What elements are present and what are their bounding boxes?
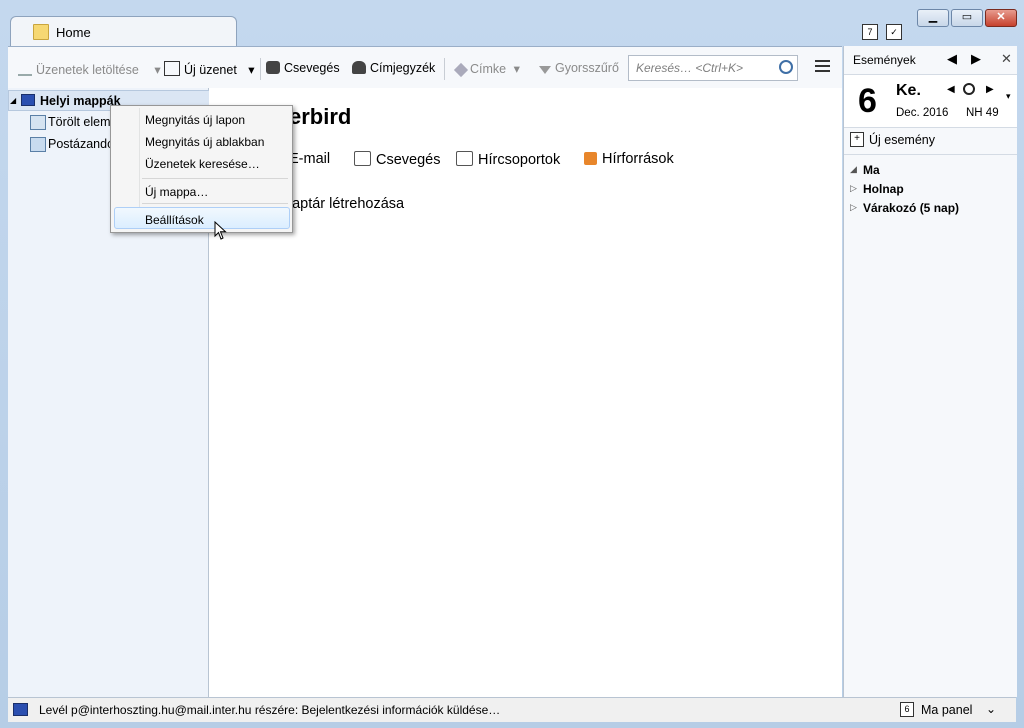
quick-filter-button[interactable]: Gyorsszűrő xyxy=(539,61,619,75)
person-icon xyxy=(352,61,366,74)
today-pane-title: Események xyxy=(853,53,916,67)
computer-icon xyxy=(21,94,35,106)
status-text: Levél p@interhoszting.hu@mail.inter.hu r… xyxy=(39,703,501,717)
chat-bubble-icon xyxy=(266,61,280,74)
menu-item-open-in-tab[interactable]: Megnyitás új lapon xyxy=(145,113,245,127)
today-pane: Események ◀ ▶ ✕ 6 Ke. ◀ ▶ ▾ Dec. 2016 NH… xyxy=(843,46,1017,697)
tag-button[interactable]: Címke ▾ xyxy=(453,61,520,78)
add-event-icon: + xyxy=(850,132,864,147)
next-day-icon[interactable]: ▶ xyxy=(986,84,994,95)
address-book-button[interactable]: Címjegyzék xyxy=(352,61,435,75)
event-group-today[interactable]: ◢ Ma xyxy=(844,161,1017,179)
menu-separator xyxy=(142,178,288,179)
expanded-arrow-icon: ◢ xyxy=(850,164,857,174)
create-calendar-link[interactable]: naptár létrehozása xyxy=(284,196,404,212)
week-number: NH 49 xyxy=(966,107,999,119)
menu-item-new-folder[interactable]: Új mappa… xyxy=(145,185,208,199)
close-icon[interactable]: ✕ xyxy=(1001,51,1012,67)
collapsed-arrow-icon: ▷ xyxy=(850,183,857,193)
close-button[interactable]: ✕ xyxy=(985,9,1017,27)
setup-newsgroups-link[interactable]: Hírcsoportok xyxy=(456,151,560,168)
toolbar-separator xyxy=(444,58,445,80)
folder-icon xyxy=(33,24,49,40)
month-year: Dec. 2016 xyxy=(896,107,949,119)
menu-separator xyxy=(142,203,288,204)
account-central-pane: erbird E-mail Csevegés Hírcsoportok Hírf… xyxy=(209,88,842,697)
folder-context-menu: Megnyitás új lapon Megnyitás új ablakban… xyxy=(110,105,293,233)
search-input[interactable]: Keresés… <Ctrl+K> xyxy=(628,55,798,81)
page-title: erbird xyxy=(289,104,352,129)
tasks-tab-icon[interactable]: ✓ xyxy=(886,24,902,40)
search-placeholder: Keresés… <Ctrl+K> xyxy=(636,61,744,75)
menu-item-open-in-window[interactable]: Megnyitás új ablakban xyxy=(145,135,264,149)
calendar-icon: 6 xyxy=(900,702,914,717)
tab-home-label: Home xyxy=(56,25,91,40)
chevron-down-icon[interactable]: ▾ xyxy=(248,63,254,77)
today-circle-icon[interactable] xyxy=(963,83,975,95)
funnel-icon xyxy=(539,66,551,74)
previous-day-icon[interactable]: ◀ xyxy=(947,84,955,95)
chevron-down-icon[interactable]: ▾ xyxy=(1006,91,1011,102)
today-pane-toggle[interactable]: 6 Ma panel ⌄ xyxy=(898,701,1000,718)
date-display: 6 Ke. ◀ ▶ ▾ Dec. 2016 NH 49 xyxy=(844,74,1017,128)
setup-chat-link[interactable]: Csevegés xyxy=(354,151,440,168)
chevron-down-icon[interactable]: ▾ xyxy=(154,63,160,77)
get-messages-button[interactable]: Üzenetek letöltése ▾ xyxy=(18,61,161,77)
app-menu-button[interactable] xyxy=(815,60,830,74)
menu-item-search-messages[interactable]: Üzenetek keresése… xyxy=(145,157,260,171)
mail-toolbar: Üzenetek letöltése ▾ Új üzenet ▾ Csevegé… xyxy=(8,46,842,90)
next-arrow-icon[interactable]: ▶ xyxy=(971,51,981,67)
chat-button[interactable]: Csevegés xyxy=(266,61,340,75)
status-bar: Levél p@interhoszting.hu@mail.inter.hu r… xyxy=(8,697,1016,722)
setup-feeds-link[interactable]: Hírforrások xyxy=(584,151,674,167)
maximize-button[interactable]: ▭ xyxy=(951,9,983,27)
new-event-button[interactable]: + Új esemény xyxy=(844,126,1017,155)
pencil-icon xyxy=(164,61,180,76)
chevron-down-icon: ▾ xyxy=(513,62,520,76)
toolbar-separator xyxy=(260,58,261,80)
tab-home[interactable]: Home xyxy=(10,16,237,47)
event-group-tomorrow[interactable]: ▷ Holnap xyxy=(844,180,1017,198)
chat-bubbles-icon xyxy=(354,151,371,166)
search-icon[interactable] xyxy=(779,60,793,74)
collapsed-arrow-icon: ▷ xyxy=(850,202,857,212)
setup-email-link[interactable]: E-mail xyxy=(289,151,330,167)
tag-icon xyxy=(453,62,469,78)
weekday: Ke. xyxy=(896,82,921,99)
day-number: 6 xyxy=(858,82,877,120)
chevron-down-icon: ⌄ xyxy=(986,702,997,716)
rss-icon xyxy=(584,152,597,165)
outbox-icon xyxy=(30,137,46,152)
download-icon xyxy=(18,61,32,76)
write-button[interactable]: Új üzenet ▾ xyxy=(164,61,255,77)
event-group-upcoming[interactable]: ▷ Várakozó (5 nap) xyxy=(844,199,1017,217)
mouse-cursor-icon xyxy=(214,221,227,240)
previous-arrow-icon[interactable]: ◀ xyxy=(947,51,957,67)
newsgroup-icon xyxy=(456,151,473,166)
minimize-button[interactable]: ▁ xyxy=(917,9,949,27)
trash-icon xyxy=(30,115,46,130)
calendar-tab-icon[interactable]: 7 xyxy=(862,24,878,40)
menu-item-properties[interactable]: Beállítások xyxy=(145,213,204,227)
network-icon xyxy=(13,703,28,716)
today-pane-header: Események ◀ ▶ ✕ xyxy=(844,46,1017,74)
